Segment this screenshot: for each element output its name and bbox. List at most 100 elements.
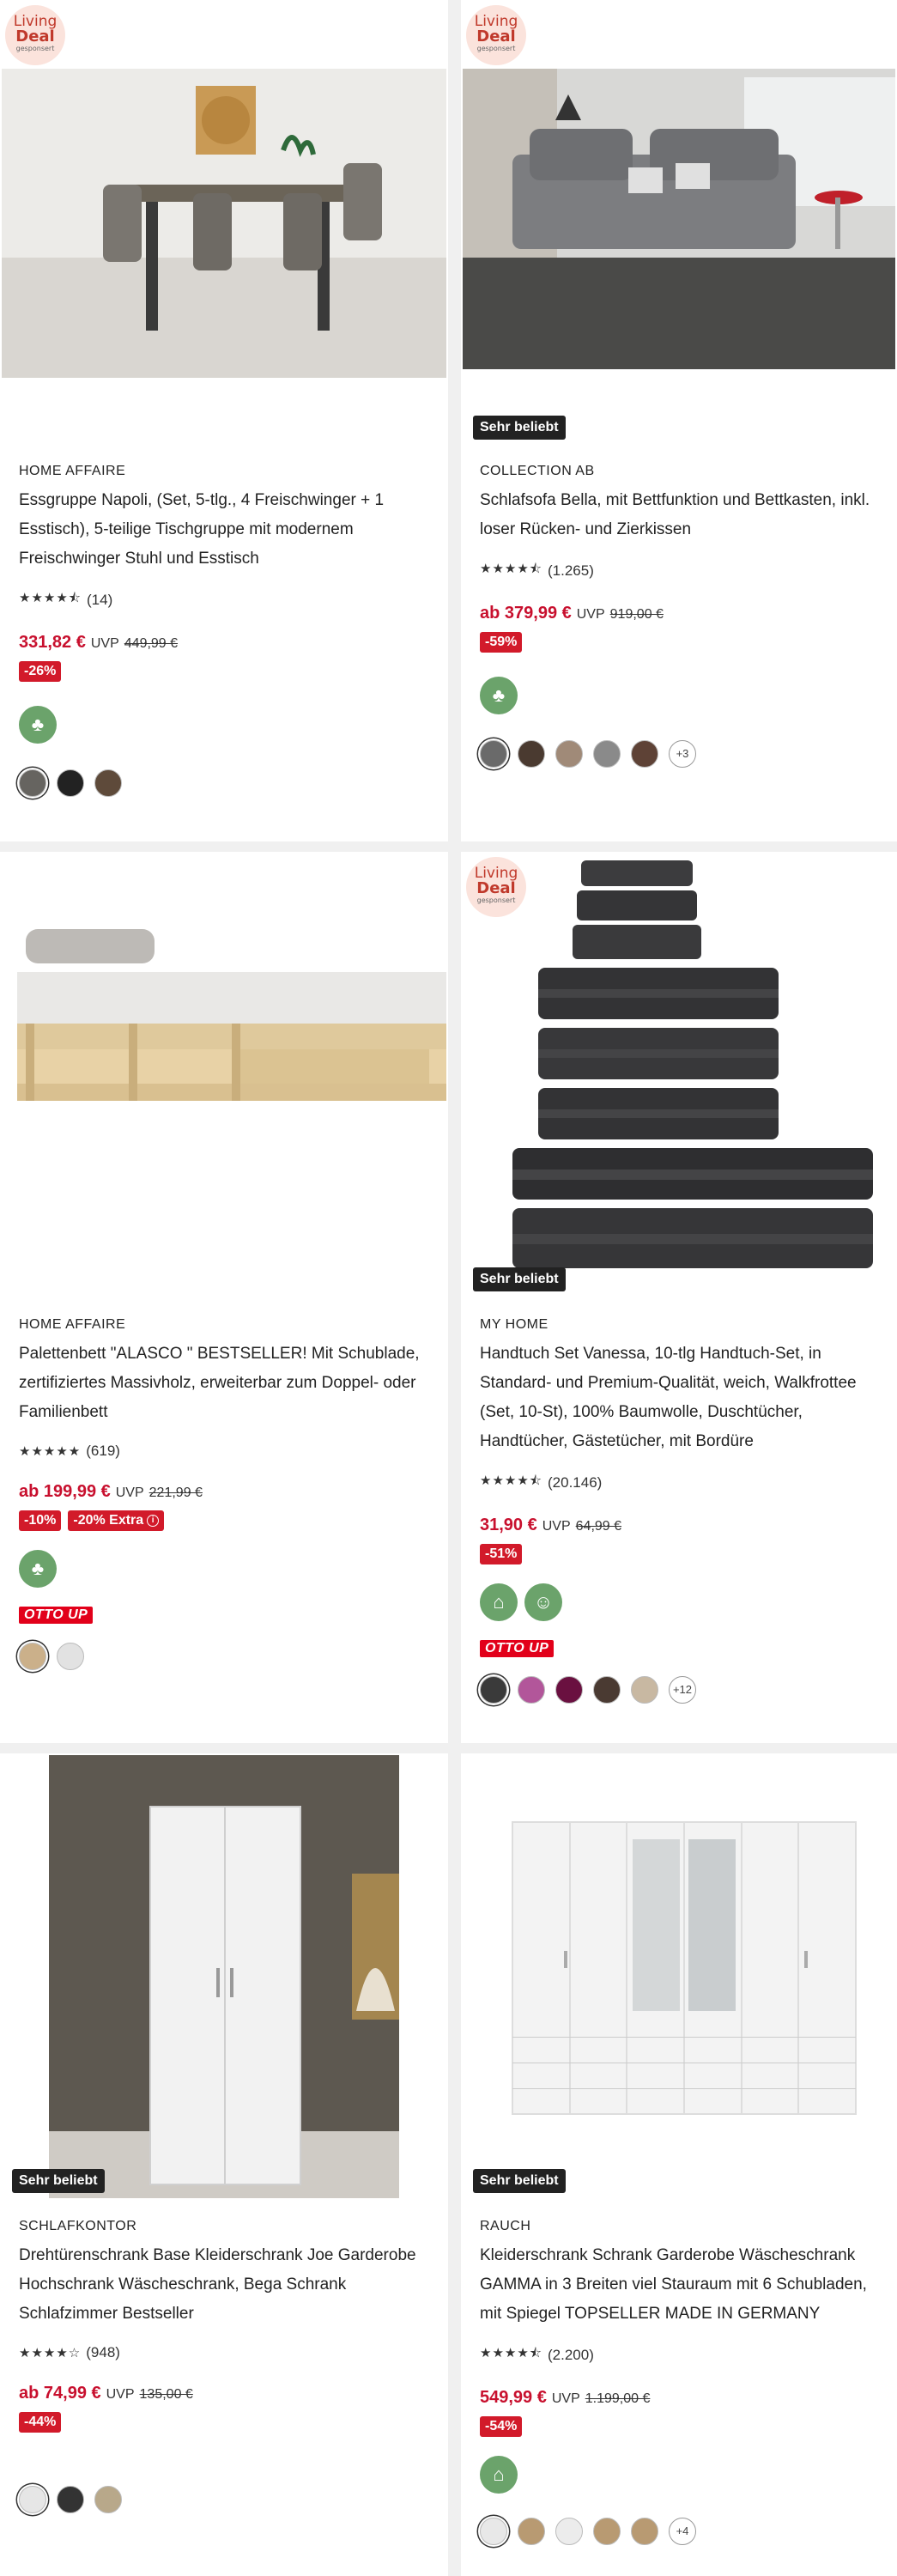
star-rating-icon: ★★★★⯪ (480, 1473, 542, 1488)
product-info: SCHLAFKONTOR Drehtürenschrank Base Kleid… (19, 2219, 439, 2513)
price-row: 549,99 € UVP 1.199,00 € (480, 2388, 888, 2408)
discount-badge: -59% (480, 632, 523, 653)
tree-icon[interactable]: ♣ (480, 677, 518, 714)
color-swatch[interactable] (57, 769, 84, 797)
price-row: 31,90 € UVP 64,99 € (480, 1516, 888, 1535)
color-swatch[interactable] (518, 2518, 545, 2545)
color-swatch[interactable] (94, 2486, 122, 2513)
product-card[interactable]: Sehr beliebt RAUCH Kleiderschrank Schran… (461, 1753, 897, 2576)
rating: ★★★★⯪ (14) (19, 589, 439, 611)
color-swatch[interactable] (593, 1676, 621, 1704)
tree-icon[interactable]: ♣ (19, 706, 57, 744)
color-swatch[interactable] (518, 1676, 545, 1704)
color-swatch[interactable] (480, 1676, 507, 1704)
star-rating-icon: ★★★★⯪ (480, 562, 542, 576)
product-title[interactable]: Essgruppe Napoli, (Set, 5-tlg., 4 Freisc… (19, 486, 439, 574)
product-grid: Living Deal gesponsert HOME AFFAIRE Essg… (0, 0, 897, 2576)
popular-badge: Sehr beliebt (12, 2169, 105, 2193)
uvp-label: UVP (115, 1485, 144, 1500)
product-title[interactable]: Palettenbett "ALASCO " BESTSELLER! Mit S… (19, 1340, 439, 1427)
info-icon[interactable]: i (147, 1515, 160, 1527)
color-swatch[interactable] (555, 740, 583, 768)
color-swatch[interactable] (480, 2518, 507, 2545)
more-colors-button[interactable]: +4 (669, 2518, 696, 2545)
price: ab 74,99 € (19, 2384, 101, 2403)
color-swatches (19, 769, 439, 797)
uvp-price: 221,99 € (148, 1485, 203, 1500)
color-swatches: +4 (480, 2518, 888, 2545)
product-card[interactable]: Living Deal gesponsert Sehr beliebt COLL… (461, 0, 897, 841)
product-brand: MY HOME (480, 1317, 549, 1332)
product-info: RAUCH Kleiderschrank Schrank Garderobe W… (480, 2219, 888, 2545)
discount-badge: -10% (19, 1510, 62, 1531)
product-card[interactable]: HOME AFFAIRE Palettenbett "ALASCO " BEST… (0, 852, 448, 1743)
discount-badge: -44% (19, 2412, 62, 2433)
more-colors-button[interactable]: +3 (669, 740, 696, 768)
product-brand: RAUCH (480, 2219, 531, 2233)
product-image[interactable] (461, 0, 897, 378)
popular-badge: Sehr beliebt (473, 2169, 566, 2193)
people-icon[interactable]: ☺ (524, 1583, 562, 1621)
living-deal-badge: Living Deal gesponsert (466, 5, 526, 65)
rating-count: (2.200) (548, 2346, 594, 2363)
product-info: COLLECTION AB Schlafsofa Bella, mit Bett… (480, 464, 888, 768)
color-swatch[interactable] (19, 1643, 46, 1670)
color-swatch[interactable] (593, 2518, 621, 2545)
color-swatches: +12 (480, 1676, 888, 1704)
sustainability-icons: ♣ (480, 677, 888, 714)
rating-count: (1.265) (548, 562, 594, 579)
color-swatch[interactable] (631, 1676, 658, 1704)
color-swatch[interactable] (518, 740, 545, 768)
uvp-price: 135,00 € (139, 2387, 193, 2402)
product-title[interactable]: Handtuch Set Vanessa, 10-tlg Handtuch-Se… (480, 1340, 888, 1456)
sustainability-icons: ⌂ ☺ (480, 1583, 888, 1621)
color-swatch[interactable] (631, 2518, 658, 2545)
product-card[interactable]: Living Deal gesponsert HOME AFFAIRE Essg… (0, 0, 448, 841)
more-colors-button[interactable]: +12 (669, 1676, 696, 1704)
rating: ★★★★★ (619) (19, 1443, 439, 1460)
product-image[interactable] (461, 852, 897, 1307)
color-swatch[interactable] (480, 740, 507, 768)
star-rating-icon: ★★★★★ (19, 1444, 82, 1459)
uvp-label: UVP (576, 607, 605, 622)
product-title[interactable]: Schlafsofa Bella, mit Bettfunktion und B… (480, 486, 888, 544)
color-swatch[interactable] (555, 2518, 583, 2545)
product-title[interactable]: Kleiderschrank Schrank Garderobe Wäsches… (480, 2241, 888, 2329)
otto-up-logo: OTTO UP (480, 1640, 555, 1657)
product-image[interactable] (0, 0, 448, 378)
color-swatches (19, 1643, 439, 1670)
product-image[interactable] (461, 1753, 897, 2208)
color-swatch[interactable] (19, 769, 46, 797)
product-image[interactable] (0, 852, 448, 1307)
color-swatches (19, 2486, 439, 2513)
color-swatch[interactable] (94, 769, 122, 797)
uvp-price: 1.199,00 € (585, 2391, 651, 2406)
product-card[interactable]: Living Deal gesponsert Sehr beliebt MY H… (461, 852, 897, 1743)
color-swatch[interactable] (555, 1676, 583, 1704)
rating-count: (619) (86, 1443, 120, 1459)
factory-icon[interactable]: ⌂ (480, 1583, 518, 1621)
product-card[interactable]: Sehr beliebt SCHLAFKONTOR Drehtürenschra… (0, 1753, 448, 2576)
product-info: HOME AFFAIRE Essgruppe Napoli, (Set, 5-t… (19, 464, 439, 797)
star-rating-icon: ★★★★☆ (19, 2346, 82, 2360)
product-image[interactable] (0, 1753, 448, 2208)
rating: ★★★★☆ (948) (19, 2344, 439, 2361)
uvp-price: 449,99 € (124, 636, 179, 651)
tree-icon[interactable]: ♣ (19, 1550, 57, 1588)
color-swatch[interactable] (593, 740, 621, 768)
price-row: ab 379,99 € UVP 919,00 € (480, 604, 888, 623)
uvp-label: UVP (551, 2391, 580, 2406)
color-swatch[interactable] (57, 2486, 84, 2513)
color-swatch[interactable] (19, 2486, 46, 2513)
color-swatch[interactable] (631, 740, 658, 768)
uvp-label: UVP (542, 1519, 571, 1534)
price: ab 379,99 € (480, 604, 572, 623)
uvp-price: 919,00 € (609, 607, 664, 622)
rating-count: (948) (86, 2344, 120, 2360)
extra-discount-badge[interactable]: -20% Extra i (68, 1510, 165, 1531)
product-brand: SCHLAFKONTOR (19, 2219, 137, 2233)
factory-icon[interactable]: ⌂ (480, 2456, 518, 2494)
color-swatch[interactable] (57, 1643, 84, 1670)
product-title[interactable]: Drehtürenschrank Base Kleiderschrank Joe… (19, 2241, 439, 2329)
product-brand: HOME AFFAIRE (19, 1317, 126, 1332)
